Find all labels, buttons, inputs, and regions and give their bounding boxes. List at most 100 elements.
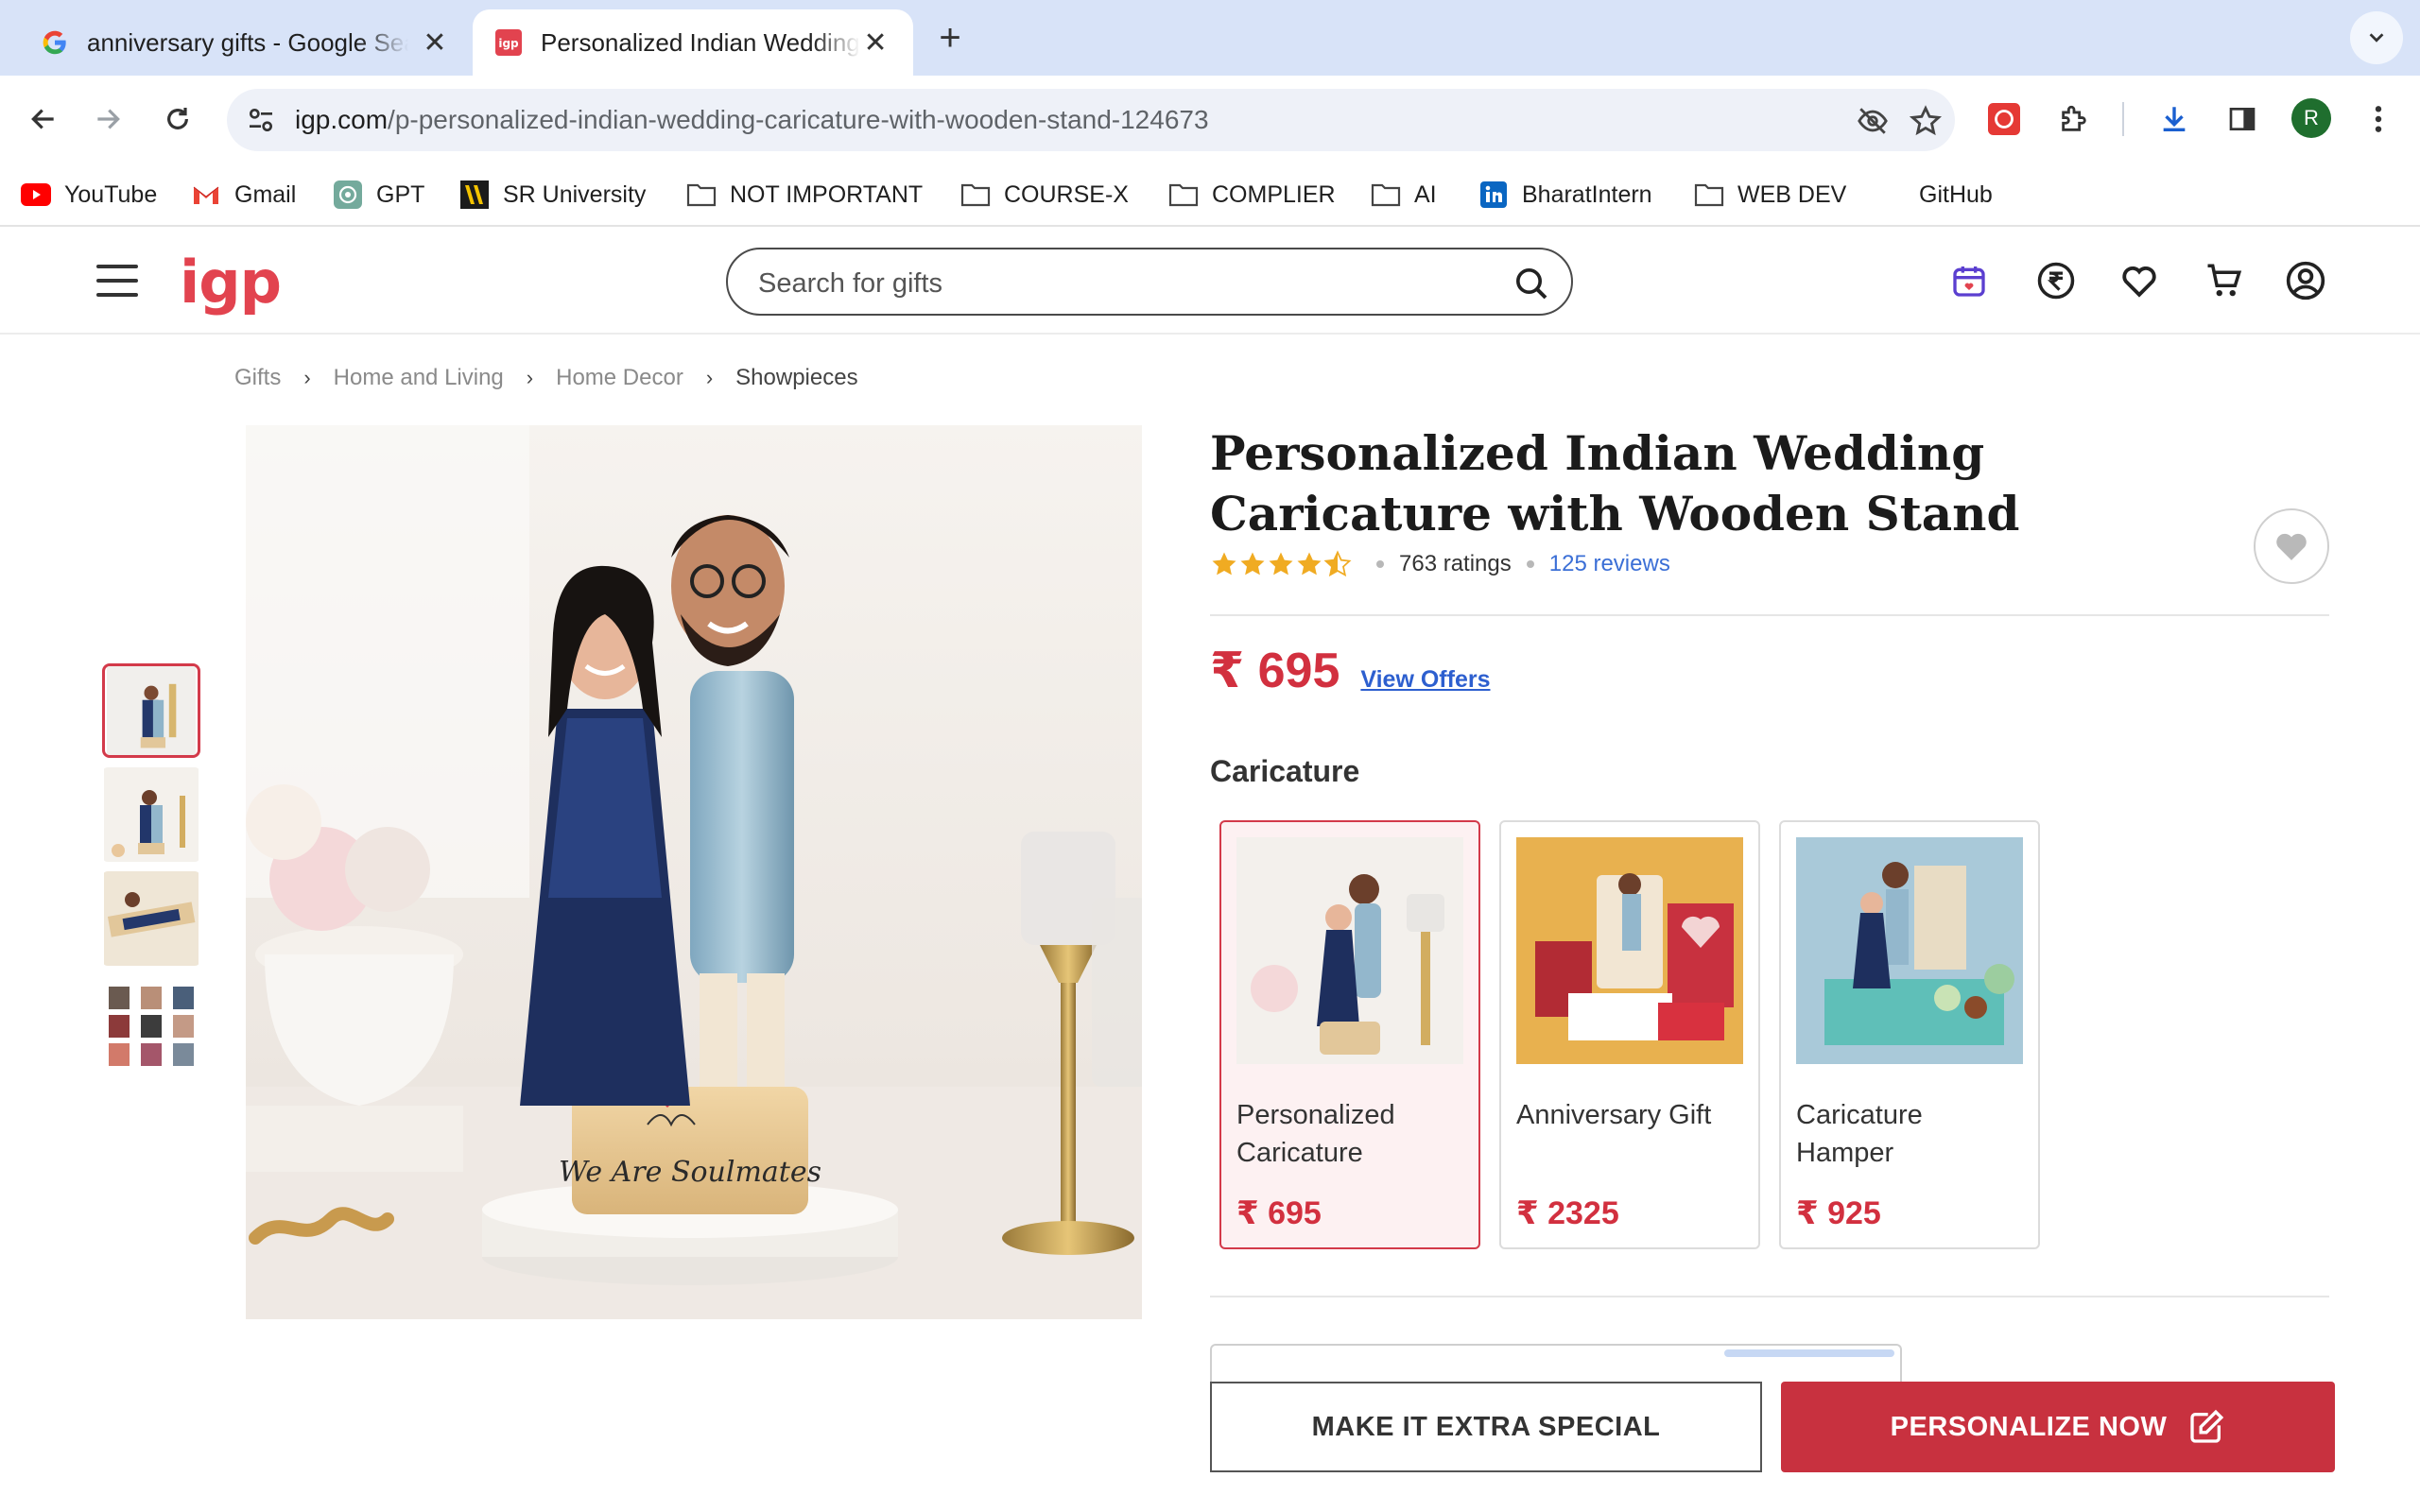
breadcrumb-home-decor[interactable]: Home Decor — [556, 365, 683, 391]
bookmark-folder-complier[interactable]: COMPLIER — [1168, 176, 1336, 214]
variant-card-caricature-hamper[interactable]: Caricature Hamper ₹ 925 — [1779, 820, 2040, 1249]
variant-price: ₹ 925 — [1796, 1195, 1881, 1231]
back-button[interactable] — [21, 96, 66, 142]
currency-button[interactable] — [2034, 259, 2078, 302]
puzzle-icon — [2062, 105, 2086, 131]
variant-card-anniversary-gift[interactable]: Anniversary Gift ₹ 2325 — [1499, 820, 1760, 1249]
bookmark-label: YouTube — [64, 180, 158, 208]
breadcrumb-home-and-living[interactable]: Home and Living — [334, 365, 504, 391]
thumbnail-3[interactable] — [102, 871, 200, 966]
browser-menu-button[interactable] — [2360, 100, 2397, 138]
extensions-button[interactable] — [2055, 100, 2093, 138]
variant-name: Anniversary Gift — [1516, 1100, 1712, 1130]
star-bookmark-icon[interactable] — [1910, 105, 1942, 137]
reviews-link[interactable]: 125 reviews — [1549, 551, 1670, 577]
variant-section-label: Caricature — [1210, 754, 1360, 788]
profile-avatar[interactable]: R — [2291, 98, 2331, 138]
chevron-right-icon: › — [303, 366, 311, 389]
variant-price: ₹ 695 — [1236, 1195, 1322, 1231]
thumbnail-image — [104, 975, 199, 1070]
igp-favicon-icon: igp — [495, 29, 522, 56]
folder-icon — [1168, 180, 1199, 210]
half-star-icon — [1323, 550, 1352, 577]
site-settings-icon[interactable] — [246, 105, 276, 135]
forward-button[interactable] — [85, 96, 130, 142]
ratings-count: 763 ratings — [1399, 551, 1512, 576]
bookmark-folder-not-important[interactable]: NOT IMPORTANT — [686, 176, 923, 214]
side-panel-button[interactable] — [2223, 100, 2261, 138]
separator-dot — [1526, 560, 1534, 568]
bookmark-folder-course-x[interactable]: COURSE-X — [960, 176, 1129, 214]
account-button[interactable] — [2284, 259, 2327, 302]
forward-arrow-icon — [97, 109, 120, 129]
bookmark-youtube[interactable]: YouTube — [21, 176, 157, 214]
cart-button[interactable] — [2203, 259, 2246, 302]
site-header: igp Search for gifts — [0, 229, 2420, 335]
rating-row: 763 ratings 125 reviews — [1210, 550, 1670, 578]
downloads-button[interactable] — [2155, 100, 2193, 138]
address-bar[interactable]: igp.com/p-personalized-indian-wedding-ca… — [227, 89, 1955, 151]
view-offers-link[interactable]: View Offers — [1360, 666, 1490, 694]
product-main-image[interactable]: We Are Soulmates — [246, 425, 1142, 1319]
bookmark-folder-ai[interactable]: AI — [1371, 176, 1437, 214]
reload-button[interactable] — [155, 96, 200, 142]
menu-hamburger-icon[interactable] — [96, 265, 138, 297]
calendar-reminder-button[interactable] — [1947, 259, 1991, 302]
close-tab-icon[interactable]: ✕ — [860, 26, 890, 60]
thumbnail-2[interactable] — [102, 767, 200, 862]
personalize-now-button[interactable]: PERSONALIZE NOW — [1781, 1382, 2335, 1472]
sru-icon — [459, 180, 490, 210]
variant-card-personalized-caricature[interactable]: Personalized Caricature ₹ 695 — [1219, 820, 1480, 1249]
search-placeholder: Search for gifts — [758, 268, 943, 299]
make-it-extra-special-button[interactable]: MAKE IT EXTRA SPECIAL — [1210, 1382, 1762, 1472]
thumbnail-image — [107, 666, 196, 755]
chevron-right-icon: › — [526, 366, 534, 389]
search-input[interactable]: Search for gifts — [726, 248, 1573, 316]
user-circle-icon — [2286, 261, 2325, 301]
add-to-wishlist-button[interactable] — [2254, 508, 2329, 584]
thumbnail-1[interactable] — [102, 663, 200, 758]
breadcrumb-showpieces[interactable]: Showpieces — [735, 365, 857, 391]
star-icon — [1212, 552, 1236, 576]
heart-icon — [2122, 266, 2156, 298]
extension-logo-icon — [1988, 103, 2020, 135]
igp-logo[interactable]: igp — [180, 248, 282, 317]
url-host: igp.com — [295, 105, 389, 134]
chevron-down-icon — [2369, 33, 2384, 43]
tab-search-button[interactable] — [2350, 11, 2403, 64]
browser-tab-strip: anniversary gifts - Google Search ✕ igp … — [0, 0, 2420, 76]
extension-red-icon[interactable] — [1985, 100, 2023, 138]
back-arrow-icon — [31, 109, 54, 129]
tab-product-page[interactable]: igp Personalized Indian Wedding Caricatu… — [473, 9, 913, 76]
calendar-icon — [1953, 266, 1985, 297]
delivery-options-partial — [1210, 1344, 1902, 1382]
bookmark-gpt[interactable]: GPT — [333, 176, 424, 214]
thumbnail-4[interactable] — [102, 975, 200, 1070]
heart-icon — [2276, 533, 2307, 560]
bookmark-bharatintern[interactable]: BharatIntern — [1478, 176, 1652, 214]
kebab-menu-icon — [2375, 106, 2382, 132]
new-tab-button[interactable]: + — [931, 17, 969, 59]
folder-icon — [1371, 180, 1401, 210]
bookmark-label: GPT — [376, 180, 425, 208]
svg-text:igp: igp — [498, 37, 519, 50]
bookmark-label: BharatIntern — [1522, 180, 1652, 208]
bookmark-folder-web-dev[interactable]: WEB DEV — [1694, 176, 1846, 214]
bookmark-gmail[interactable]: Gmail — [191, 176, 296, 214]
download-icon — [2163, 107, 2186, 132]
bookmark-sr-university[interactable]: SR University — [459, 176, 646, 214]
close-tab-icon[interactable]: ✕ — [420, 26, 450, 60]
search-icon[interactable] — [1512, 265, 1550, 302]
star-icon — [1297, 552, 1322, 576]
breadcrumb-gifts[interactable]: Gifts — [234, 365, 281, 391]
tab-title: anniversary gifts - Google Search — [87, 27, 408, 57]
rupee-icon — [2037, 262, 2075, 300]
bookmark-label: Gmail — [234, 180, 297, 208]
bookmark-github[interactable]: GitHub — [1919, 176, 1993, 214]
variant-image — [1516, 837, 1743, 1064]
wishlist-button[interactable] — [2118, 259, 2161, 302]
separator-dot — [1376, 560, 1384, 568]
eye-slash-icon[interactable] — [1857, 105, 1889, 137]
tab-google-search[interactable]: anniversary gifts - Google Search ✕ — [19, 9, 473, 76]
folder-icon — [960, 180, 991, 210]
